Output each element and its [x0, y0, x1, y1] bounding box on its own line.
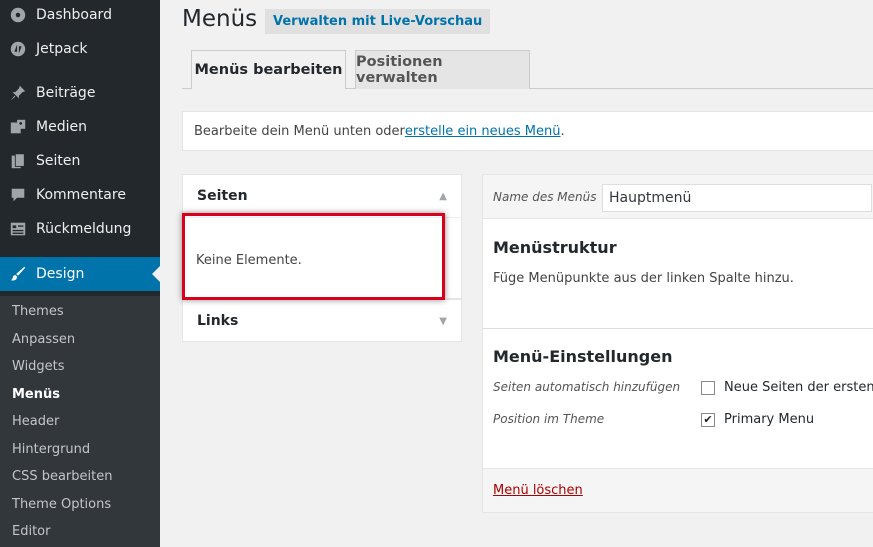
submenu-item-themes[interactable]: Themes — [12, 304, 64, 319]
comment-icon — [0, 178, 36, 212]
submenu-item-customize[interactable]: Anpassen — [12, 332, 75, 347]
auto-add-pages-label: Seiten automatisch hinzufügen — [493, 380, 681, 394]
submenu-item-widgets[interactable]: Widgets — [12, 359, 65, 374]
sidebar-item-pages[interactable]: Seiten — [0, 144, 160, 178]
media-icon — [0, 110, 36, 144]
section-divider — [483, 328, 873, 329]
sidebar-item-label: Seiten — [36, 153, 81, 169]
highlight-annotation — [182, 213, 445, 300]
menu-structure-description: Füge Menüpunkte aus der linken Spalte hi… — [493, 271, 794, 286]
primary-menu-checkbox[interactable]: ✔ — [701, 413, 715, 427]
sidebar-item-label: Medien — [36, 119, 87, 135]
sidebar-item-media[interactable]: Medien — [0, 110, 160, 144]
feedback-icon — [0, 212, 36, 246]
tab-edit-menus[interactable]: Menüs bearbeiten — [191, 50, 346, 89]
sidebar-item-label: Kommentare — [36, 187, 126, 203]
dashboard-icon — [0, 0, 36, 32]
sidebar-item-dashboard[interactable]: Dashboard — [0, 0, 160, 32]
menu-name-label: Name des Menüs — [493, 190, 597, 204]
pages-icon — [0, 144, 36, 178]
sidebar-item-label: Design — [36, 266, 85, 282]
tab-manage-locations[interactable]: Positionen verwalten — [355, 50, 530, 89]
sidebar-item-posts[interactable]: Beiträge — [0, 76, 160, 110]
sidebar-item-label: Jetpack — [36, 41, 88, 57]
sidebar-item-jetpack[interactable]: Jetpack — [0, 32, 160, 66]
chevron-up-icon: ▲ — [439, 190, 447, 202]
sidebar-item-feedback[interactable]: Rückmeldung — [0, 212, 160, 246]
submenu-item-menus[interactable]: Menüs — [12, 387, 60, 402]
sidebar-item-design[interactable]: Design — [0, 257, 160, 291]
submenu-item-edit-css[interactable]: CSS bearbeiten — [12, 469, 112, 484]
menu-name-input[interactable] — [602, 184, 872, 212]
jetpack-icon — [0, 32, 36, 66]
sidebar-item-comments[interactable]: Kommentare — [0, 178, 160, 212]
menu-name-bar: Name des Menüs — [483, 175, 873, 219]
menu-footer-bar: Menü löschen — [483, 468, 873, 512]
admin-sidebar: Dashboard Jetpack Beiträge Medien Seiten… — [0, 0, 160, 547]
chevron-down-icon: ▼ — [439, 315, 447, 327]
menu-structure-title: Menüstruktur — [493, 238, 617, 257]
notice-text-end: . — [560, 123, 565, 139]
create-new-menu-link[interactable]: erstelle ein neues Menü — [405, 124, 561, 139]
sidebar-item-label: Rückmeldung — [36, 221, 132, 237]
sidebar-item-label: Dashboard — [36, 7, 112, 23]
primary-menu-option: Primary Menu — [724, 412, 815, 427]
submenu-item-editor[interactable]: Editor — [12, 524, 50, 539]
manage-menus-notice: Bearbeite dein Menü unten oder erstelle … — [182, 111, 873, 151]
menu-settings-title: Menü-Einstellungen — [493, 347, 673, 366]
submenu-item-header[interactable]: Header — [12, 414, 59, 429]
links-accordion: Links ▼ — [182, 299, 462, 342]
menu-edit-panel: Name des Menüs Menüstruktur Füge Menüpun… — [482, 174, 873, 513]
pin-icon — [0, 76, 36, 110]
submenu-item-background[interactable]: Hintergrund — [12, 442, 90, 457]
checkmark-icon: ✔ — [703, 413, 713, 426]
submenu-item-theme-options[interactable]: Theme Options — [12, 497, 111, 512]
sidebar-item-label: Beiträge — [36, 85, 96, 101]
page-title: Menüs — [182, 6, 258, 32]
pages-accordion-header[interactable]: Seiten ▲ — [183, 175, 461, 217]
paintbrush-icon — [0, 257, 36, 291]
delete-menu-link[interactable]: Menü löschen — [493, 483, 583, 498]
theme-position-label: Position im Theme — [493, 412, 605, 426]
design-submenu: Themes Anpassen Widgets Menüs Header Hin… — [0, 296, 160, 547]
auto-add-pages-option: Neue Seiten der ersten E — [724, 380, 873, 395]
notice-text: Bearbeite dein Menü unten oder — [194, 123, 405, 139]
links-accordion-header[interactable]: Links ▼ — [183, 300, 461, 342]
auto-add-pages-checkbox[interactable] — [701, 381, 715, 395]
links-accordion-title: Links — [197, 313, 239, 329]
live-preview-button[interactable]: Verwalten mit Live-Vorschau — [265, 9, 491, 34]
pages-accordion-title: Seiten — [197, 188, 248, 204]
